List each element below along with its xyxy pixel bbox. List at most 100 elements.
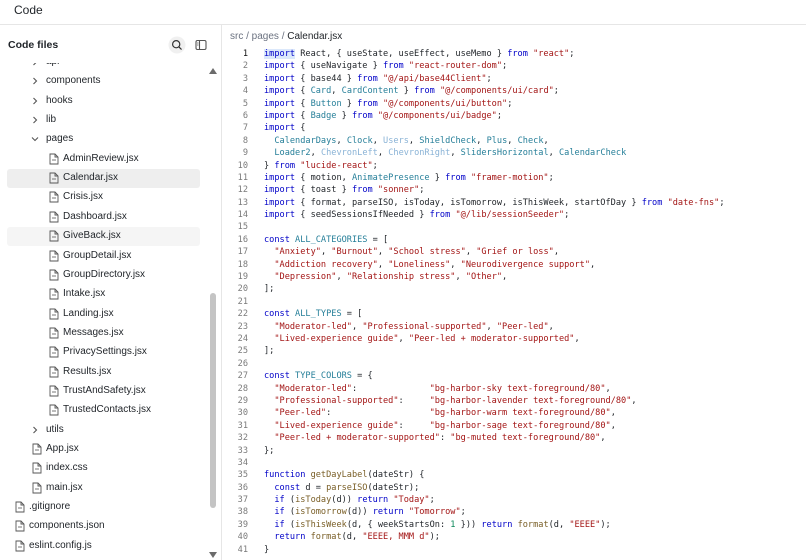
file-tree-scrollbar[interactable] [205,63,221,560]
folder-item-pages[interactable]: pages [0,130,205,149]
file-item-groupdetail-jsx[interactable]: GroupDetail.jsx [0,247,205,266]
chevron-right-icon[interactable] [30,63,40,68]
file-item-app-jsx[interactable]: App.jsx [0,440,205,459]
chevron-right-icon[interactable] [30,114,40,126]
scroll-down-arrow-icon[interactable] [209,552,217,558]
code-text: import React, { useState, useEffect, use… [264,48,574,60]
code-line[interactable]: 18 "Addiction recovery", "Loneliness", "… [222,259,806,271]
code-line[interactable]: 32 "Peer-led + moderator-supported": "bg… [222,432,806,444]
folder-item-api[interactable]: api [0,63,205,72]
folder-item-hooks[interactable]: hooks [0,92,205,111]
file-icon [48,153,59,165]
file-item-trustedcontacts-jsx[interactable]: TrustedContacts.jsx [0,401,205,420]
chevron-right-icon[interactable] [30,95,40,107]
file-item-giveback-jsx[interactable]: GiveBack.jsx [7,227,200,247]
code-text: } from "lucide-react"; [264,160,378,172]
code-line[interactable]: 8 CalendarDays, Clock, Users, ShieldChec… [222,135,806,147]
code-line[interactable]: 24 "Lived-experience guide", "Peer-led +… [222,333,806,345]
code-line[interactable]: 30 "Peer-led": "bg-harbor-warm text-fore… [222,407,806,419]
code-text: import { base44 } from "@/api/base44Clie… [264,73,492,85]
code-line[interactable]: 31 "Lived-experience guide": "bg-harbor-… [222,420,806,432]
code-line[interactable]: 41} [222,544,806,556]
code-line[interactable]: 13 import { format, parseISO, isToday, is… [222,197,806,209]
code-token: ; [507,98,513,109]
code-line[interactable]: 2 import { useNavigate } from "react-rout… [222,60,806,72]
code-line[interactable]: 40 return format(d, "EEEE, MMM d"); [222,531,806,543]
code-text: import { useNavigate } from "react-route… [264,60,507,72]
code-line[interactable]: 39 if (isThisWeek(d, { weekStartsOn: 1 }… [222,519,806,531]
file-item-index-css[interactable]: index.css [0,459,205,478]
code-line[interactable]: 36 const d = parseISO(dateStr); [222,482,806,494]
code-editor[interactable]: src / pages / Calendar.jsx 1 import React… [222,25,806,560]
code-lines[interactable]: 1 import React, { useState, useEffect, us… [222,48,806,556]
breadcrumb-path[interactable]: src / pages / [230,31,287,42]
code-line[interactable]: 29 "Professional-supported": "bg-harbor-… [222,395,806,407]
code-line[interactable]: 34 [222,457,806,469]
file-item-trustandsafety-jsx[interactable]: TrustAndSafety.jsx [0,382,205,401]
code-line[interactable]: 10} from "lucide-react"; [222,160,806,172]
code-line[interactable]: 21 [222,296,806,308]
file-item-landing-jsx[interactable]: Landing.jsx [0,305,205,324]
scroll-up-arrow-icon[interactable] [209,68,217,74]
code-line[interactable]: 25]; [222,345,806,357]
file-item-calendar-jsx[interactable]: Calendar.jsx [7,169,200,189]
collapse-panel-icon[interactable] [192,36,210,54]
folder-label: hooks [46,94,73,106]
code-token: , [502,272,508,283]
search-icon[interactable] [168,36,186,54]
file-item-privacysettings-jsx[interactable]: PrivacySettings.jsx [0,343,205,362]
code-line[interactable]: 33}; [222,445,806,457]
line-number: 38 [237,507,248,518]
code-line[interactable]: 5 import { Button } from "@/components/ui… [222,98,806,110]
file-item-components-json[interactable]: components.json [0,517,205,536]
chevron-right-icon[interactable] [30,424,40,436]
file-item-gitignore[interactable]: .gitignore [0,498,205,517]
code-line[interactable]: 17 "Anxiety", "Burnout", "School stress"… [222,246,806,258]
code-line[interactable]: 6 import { Badge } from "@/components/ui/… [222,110,806,122]
folder-item-components[interactable]: components [0,72,205,91]
code-line[interactable]: 16 const ALL_CATEGORIES = [ [222,234,806,246]
folder-item-utils[interactable]: utils [0,421,205,440]
file-item-adminreview-jsx[interactable]: AdminReview.jsx [0,150,205,169]
code-token: { base44 } [295,73,358,84]
folder-item-lib[interactable]: lib [0,111,205,130]
code-line[interactable]: 20]; [222,283,806,295]
file-item-crisis-jsx[interactable]: Crisis.jsx [0,188,205,207]
file-label: App.jsx [46,443,79,454]
code-line[interactable]: 7 import { [222,122,806,134]
chevron-down-icon[interactable] [30,133,40,145]
code-token: Clock [346,135,373,146]
code-line[interactable]: 15 [222,221,806,233]
code-line[interactable]: 19 "Depression", "Relationship stress", … [222,271,806,283]
code-line[interactable]: 37 if (isToday(d)) return "Today"; [222,494,806,506]
code-token: ; [548,172,554,183]
file-item-eslint-config-js[interactable]: eslint.config.js [0,537,205,556]
chevron-right-icon[interactable] [30,75,40,87]
code-line[interactable]: 12 import { toast } from "sonner"; [222,184,806,196]
code-line[interactable]: 14 import { seedSessionsIfNeeded } from "… [222,209,806,221]
file-item-dashboard-jsx[interactable]: Dashboard.jsx [0,208,205,227]
file-item-results-jsx[interactable]: Results.jsx [0,363,205,382]
code-line[interactable]: 35 function getDayLabel(dateStr) { [222,469,806,481]
code-line[interactable]: 28 "Moderator-led": "bg-harbor-sky text-… [222,383,806,395]
code-token: (d, { weekStartsOn: [346,519,451,530]
scrollbar-thumb[interactable] [210,293,216,508]
code-line[interactable]: 9 Loader2, ChevronLeft, ChevronRight, Sl… [222,147,806,159]
code-line[interactable]: 26 [222,358,806,370]
folder-label: api [46,63,59,67]
code-line[interactable]: 38 if (isTomorrow(d)) return "Tomorrow"; [222,506,806,518]
code-line[interactable]: 11 import { motion, AnimatePresence } fro… [222,172,806,184]
file-item-intake-jsx[interactable]: Intake.jsx [0,285,205,304]
file-item-main-jsx[interactable]: main.jsx [0,479,205,498]
file-item-groupdirectory-jsx[interactable]: GroupDirectory.jsx [0,266,205,285]
code-line[interactable]: 1 import React, { useState, useEffect, us… [222,48,806,60]
code-line[interactable]: 22 const ALL_TYPES = [ [222,308,806,320]
code-token: : [398,420,430,431]
file-item-messages-jsx[interactable]: Messages.jsx [0,324,205,343]
code-line[interactable]: 4 import { Card, CardContent } from "@/co… [222,85,806,97]
code-line[interactable]: 23 "Moderator-led", "Professional-suppor… [222,321,806,333]
code-line[interactable]: 3 import { base44 } from "@/api/base44Cli… [222,73,806,85]
code-line[interactable]: 27 const TYPE_COLORS = { [222,370,806,382]
